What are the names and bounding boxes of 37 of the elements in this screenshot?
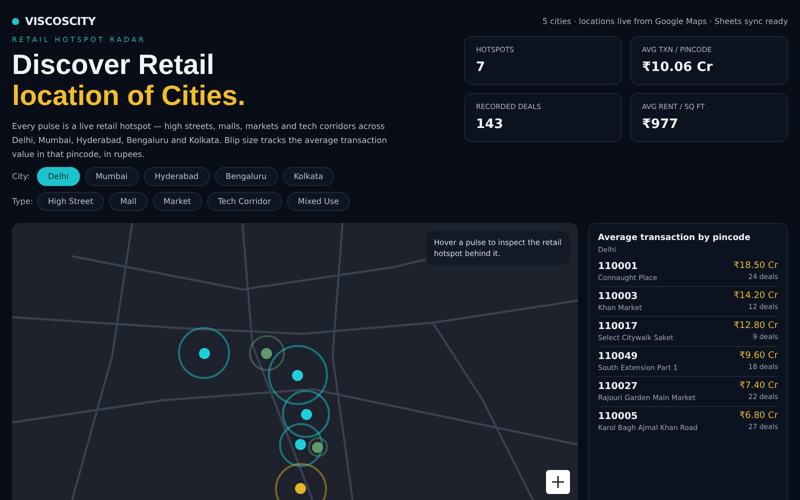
status-text: 5 cities · locations live from Google Maps · Sheets sync ready xyxy=(542,16,788,26)
brand-dot-icon xyxy=(12,18,19,24)
transaction-value: ₹6.80 Cr xyxy=(739,411,778,421)
pincode: 110049 xyxy=(598,351,638,362)
panel-title: Average transaction by pincode xyxy=(598,233,752,243)
type-chip[interactable]: Mall xyxy=(109,192,148,211)
headline: Discover Retail xyxy=(12,49,214,80)
transaction-value: ₹7.40 Cr xyxy=(739,381,778,391)
city-chip[interactable]: Delhi xyxy=(37,167,80,186)
brand-name: VISCOSCITY xyxy=(25,14,96,28)
pincode: 110005 xyxy=(598,411,638,422)
filter-label: Type: xyxy=(12,197,32,206)
stat-value: 7 xyxy=(476,60,486,75)
pincode: 110027 xyxy=(598,381,638,392)
city-chip[interactable]: Bengaluru xyxy=(214,167,278,186)
city-chip[interactable]: Hyderabad xyxy=(144,167,210,186)
filter-label: City: xyxy=(12,172,31,181)
type-chip[interactable]: High Street xyxy=(37,192,104,211)
pincode: 110003 xyxy=(598,291,638,302)
zoom-in-button[interactable] xyxy=(546,470,570,494)
transaction-value: ₹14.20 Cr xyxy=(734,291,778,301)
city-chip[interactable]: Kolkata xyxy=(282,167,334,186)
headline-highlight: location of Cities. xyxy=(12,80,246,111)
pincode: 110017 xyxy=(598,321,638,332)
stat-value: ₹977 xyxy=(642,117,678,132)
type-chip[interactable]: Market xyxy=(152,192,202,211)
stat-value: 143 xyxy=(476,117,504,132)
intro-paragraph: Every pulse is a live retail hotspot — high streets, malls, markets and tech corridors across Delhi, Mumbai, Hyderabad, Bengaluru and Kolkata. Blip size tracks the average transaction value in that pincode, in rupees. xyxy=(12,120,388,161)
stat-value: ₹10.06 Cr xyxy=(642,60,713,75)
transaction-value: ₹9.60 Cr xyxy=(739,351,778,361)
transaction-value: ₹12.80 Cr xyxy=(734,321,778,331)
type-chip[interactable]: Mixed Use xyxy=(286,192,350,211)
pincode: 110001 xyxy=(598,261,638,272)
city-chip[interactable]: Mumbai xyxy=(84,167,139,186)
transaction-value: ₹18.50 Cr xyxy=(734,261,778,271)
type-chip[interactable]: Tech Corridor xyxy=(207,192,282,211)
plus-icon xyxy=(551,475,565,489)
